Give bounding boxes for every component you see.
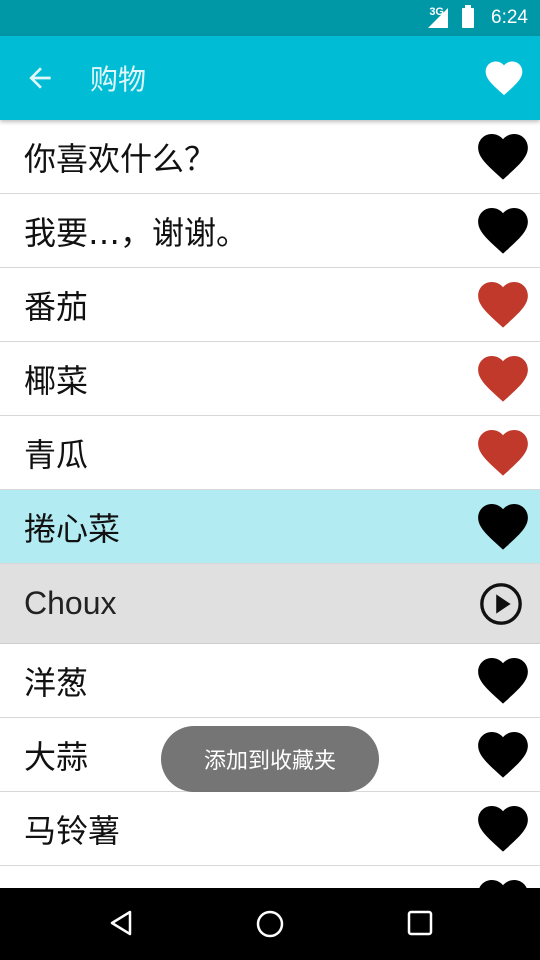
heart-icon[interactable] [478, 657, 528, 704]
list-item-label: 捲心菜 [24, 509, 121, 548]
signal-icon [428, 8, 448, 28]
list-item[interactable]: 洋葱 [0, 644, 540, 718]
list-item-label: 我要…，谢谢。 [24, 213, 249, 252]
list-item[interactable]: 胡萝卜 [0, 866, 540, 888]
heart-icon[interactable] [478, 429, 528, 476]
app-bar: 购物 [0, 36, 540, 120]
list-item[interactable]: 你喜欢什么？ [0, 120, 540, 194]
toast-message: 添加到收藏夹 [161, 726, 379, 792]
heart-icon[interactable] [478, 207, 528, 254]
arrow-left-icon[interactable] [24, 62, 56, 94]
home-circle-icon[interactable] [254, 908, 286, 940]
list-item-label: 洋葱 [24, 663, 89, 702]
list-item[interactable]: 马铃薯 [0, 792, 540, 866]
list-item-label: 马铃薯 [24, 811, 121, 850]
list-item[interactable]: 番茄 [0, 268, 540, 342]
clock: 6:24 [491, 7, 528, 28]
status-bar: 3G 6:24 [0, 0, 540, 36]
list-item-label: 胡萝卜 [24, 880, 478, 889]
heart-icon[interactable] [478, 805, 528, 852]
favorites-heart-icon[interactable] [482, 56, 526, 100]
heart-icon[interactable] [478, 879, 528, 889]
heart-icon[interactable] [478, 355, 528, 402]
list-item-label: 椰菜 [24, 361, 89, 400]
list-item[interactable]: 青瓜 [0, 416, 540, 490]
list-item-label: 青瓜 [24, 435, 89, 474]
recents-square-icon[interactable] [406, 908, 434, 938]
list-item[interactable]: 捲心菜 [0, 490, 540, 564]
list-item-label: Choux [24, 585, 117, 621]
translation-row[interactable]: Choux [0, 564, 540, 644]
back-triangle-icon[interactable] [106, 908, 136, 938]
page-title: 购物 [90, 63, 147, 96]
heart-icon[interactable] [478, 133, 528, 180]
list-item[interactable]: 我要…，谢谢。 [0, 194, 540, 268]
heart-icon[interactable] [478, 731, 528, 778]
heart-icon[interactable] [478, 503, 528, 550]
list-item[interactable]: 椰菜 [0, 342, 540, 416]
battery-icon [462, 5, 474, 28]
list-item-label: 番茄 [24, 287, 89, 326]
play-circle-icon[interactable] [478, 581, 524, 627]
list-item-label: 你喜欢什么？ [24, 139, 217, 178]
navigation-bar [0, 888, 540, 960]
heart-icon[interactable] [478, 281, 528, 328]
toast-text: 添加到收藏夹 [203, 749, 336, 774]
